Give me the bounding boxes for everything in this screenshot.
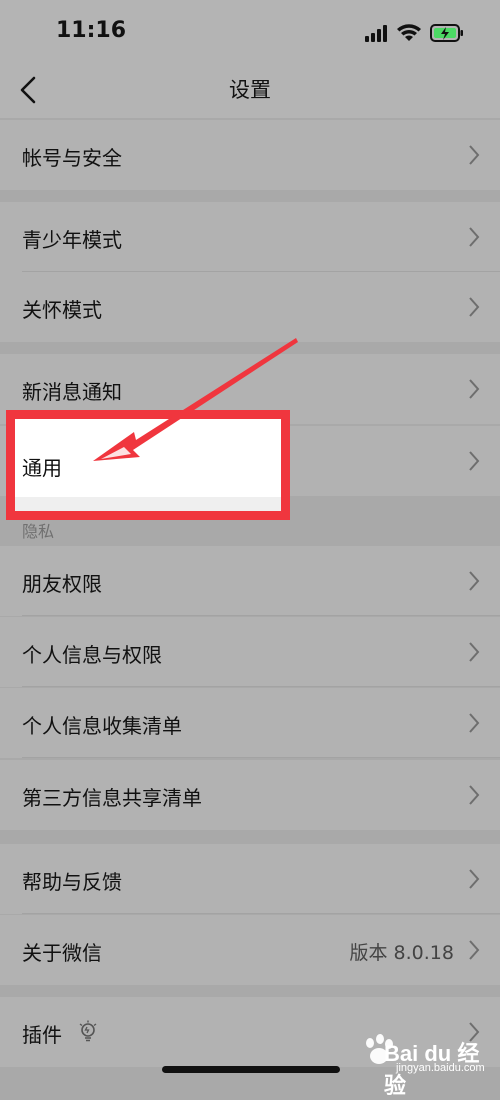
row-divider bbox=[22, 757, 500, 758]
row-divider bbox=[22, 686, 500, 687]
settings-row-help-feedback[interactable]: 帮助与反馈 bbox=[0, 844, 500, 914]
row-label: 个人信息收集清单 bbox=[22, 714, 182, 738]
chevron-right-icon bbox=[469, 642, 480, 662]
chevron-right-icon bbox=[469, 869, 480, 889]
chevron-right-icon bbox=[469, 940, 480, 960]
chevron-right-icon bbox=[469, 145, 480, 165]
row-label: 帐号与安全 bbox=[22, 146, 122, 170]
version-value: 版本 8.0.18 bbox=[349, 942, 454, 964]
chevron-right-icon bbox=[469, 297, 480, 317]
settings-row-care-mode[interactable]: 关怀模式 bbox=[0, 272, 500, 342]
row-label: 第三方信息共享清单 bbox=[22, 786, 202, 810]
status-time: 11:16 bbox=[56, 18, 127, 43]
lightbulb-icon bbox=[79, 1020, 97, 1042]
row-label: 新消息通知 bbox=[22, 380, 122, 404]
battery-charging-icon bbox=[430, 24, 463, 42]
row-label: 个人信息与权限 bbox=[22, 643, 162, 667]
chevron-right-icon bbox=[469, 451, 480, 471]
watermark-site: jingyan.baidu.com bbox=[396, 1062, 485, 1074]
page-title: 设置 bbox=[229, 78, 271, 102]
status-bar: 11:16 bbox=[0, 0, 500, 62]
wifi-icon bbox=[397, 24, 421, 41]
settings-row-about-wechat[interactable]: 关于微信 版本 8.0.18 bbox=[0, 915, 500, 985]
chevron-right-icon bbox=[469, 571, 480, 591]
settings-row-account-security[interactable]: 帐号与安全 bbox=[0, 120, 500, 190]
row-label: 青少年模式 bbox=[22, 228, 122, 252]
nav-bar: 设置 bbox=[0, 62, 500, 118]
row-label-general: 通用 bbox=[22, 456, 62, 480]
row-divider bbox=[22, 913, 500, 914]
status-icons bbox=[365, 24, 463, 42]
settings-row-third-party-sharing[interactable]: 第三方信息共享清单 bbox=[0, 760, 500, 830]
row-divider bbox=[22, 615, 500, 616]
row-label: 关于微信 bbox=[22, 941, 102, 965]
row-label: 朋友权限 bbox=[22, 572, 102, 596]
settings-row-personal-info-collection[interactable]: 个人信息收集清单 bbox=[0, 688, 500, 758]
settings-screen: 11:16 设置 帐号与安全 青少年模式 关怀模式 新消息通知 通用 隐私 朋友… bbox=[0, 0, 500, 1098]
row-label: 关怀模式 bbox=[22, 298, 102, 322]
chevron-right-icon bbox=[469, 713, 480, 733]
section-header-privacy: 隐私 bbox=[22, 522, 55, 541]
chevron-right-icon bbox=[469, 379, 480, 399]
signal-icon bbox=[365, 25, 387, 42]
chevron-right-icon bbox=[469, 785, 480, 805]
chevron-right-icon bbox=[469, 227, 480, 247]
settings-row-friend-permissions[interactable]: 朋友权限 bbox=[0, 546, 500, 616]
settings-row-personal-info-permissions[interactable]: 个人信息与权限 bbox=[0, 617, 500, 687]
settings-row-teen-mode[interactable]: 青少年模式 bbox=[0, 202, 500, 272]
row-label: 帮助与反馈 bbox=[22, 870, 122, 894]
home-indicator[interactable] bbox=[162, 1066, 340, 1073]
row-label: 插件 bbox=[22, 1023, 62, 1047]
